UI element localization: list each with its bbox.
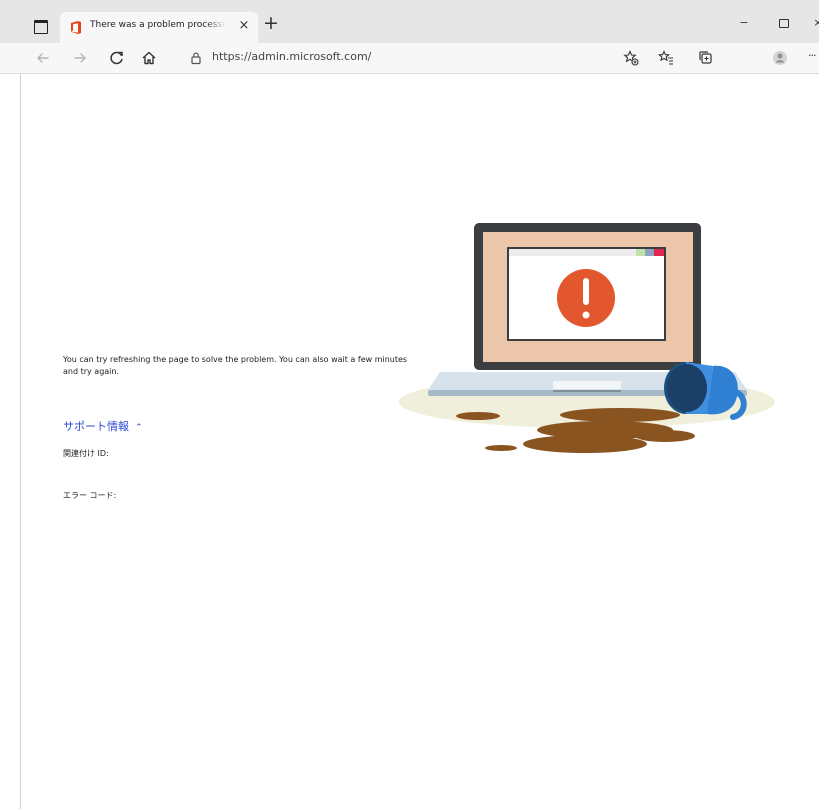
alert-exclamation-dot xyxy=(582,311,590,319)
home-icon[interactable] xyxy=(140,49,158,67)
profile-icon[interactable] xyxy=(771,49,789,67)
favorites-icon[interactable] xyxy=(657,49,675,67)
laptop-trackpad xyxy=(553,381,621,389)
navigation-toolbar: https://admin.microsoft.com/ ··· xyxy=(0,43,819,74)
new-tab-button[interactable]: + xyxy=(262,14,280,33)
url-text: https://admin.microsoft.com/ xyxy=(212,50,372,63)
error-code-label: エラー コード: xyxy=(63,491,117,500)
window-btn-green xyxy=(636,249,645,256)
coffee-spill xyxy=(635,430,695,442)
minimize-button[interactable]: − xyxy=(736,15,752,31)
maximize-button[interactable] xyxy=(776,15,792,31)
maximize-icon xyxy=(779,19,789,28)
more-options-button[interactable]: ··· xyxy=(808,49,816,62)
refresh-icon[interactable] xyxy=(108,49,126,67)
laptop-notch xyxy=(553,390,621,392)
tab-close-button[interactable]: × xyxy=(236,17,252,35)
office-logo-icon xyxy=(71,21,81,34)
coffee-spill xyxy=(485,445,517,451)
support-info-toggle[interactable]: サポート情報 ⌃ xyxy=(63,418,143,434)
spilled-coffee-laptop-illustration xyxy=(399,223,775,453)
collections-icon[interactable] xyxy=(697,49,715,67)
page-content: You can try refreshing the page to solve… xyxy=(20,74,819,809)
browser-tab-active[interactable]: There was a problem processing × xyxy=(60,12,258,43)
tab-strip: There was a problem processing × + − × xyxy=(0,0,819,43)
lock-icon[interactable] xyxy=(189,51,203,65)
window-btn-blue xyxy=(645,249,654,256)
back-arrow-icon[interactable] xyxy=(34,49,52,67)
tab-actions-icon[interactable] xyxy=(34,20,48,34)
close-window-button[interactable]: × xyxy=(810,15,819,31)
coffee-spill xyxy=(523,435,647,453)
error-message: You can try refreshing the page to solve… xyxy=(63,355,408,376)
alert-exclamation-bar xyxy=(583,278,589,305)
tab-title: There was a problem processing xyxy=(90,20,226,30)
forward-arrow-icon[interactable] xyxy=(71,49,89,67)
correlation-id-label: 関連付け ID: xyxy=(63,449,109,458)
support-info-label: サポート情報 xyxy=(63,420,129,433)
coffee-spill xyxy=(456,412,500,420)
address-bar[interactable]: https://admin.microsoft.com/ xyxy=(176,48,608,68)
coffee-spill xyxy=(560,408,680,422)
add-favorite-icon[interactable] xyxy=(622,49,640,67)
chevron-up-icon: ⌃ xyxy=(135,423,143,433)
window-btn-red xyxy=(654,249,664,256)
